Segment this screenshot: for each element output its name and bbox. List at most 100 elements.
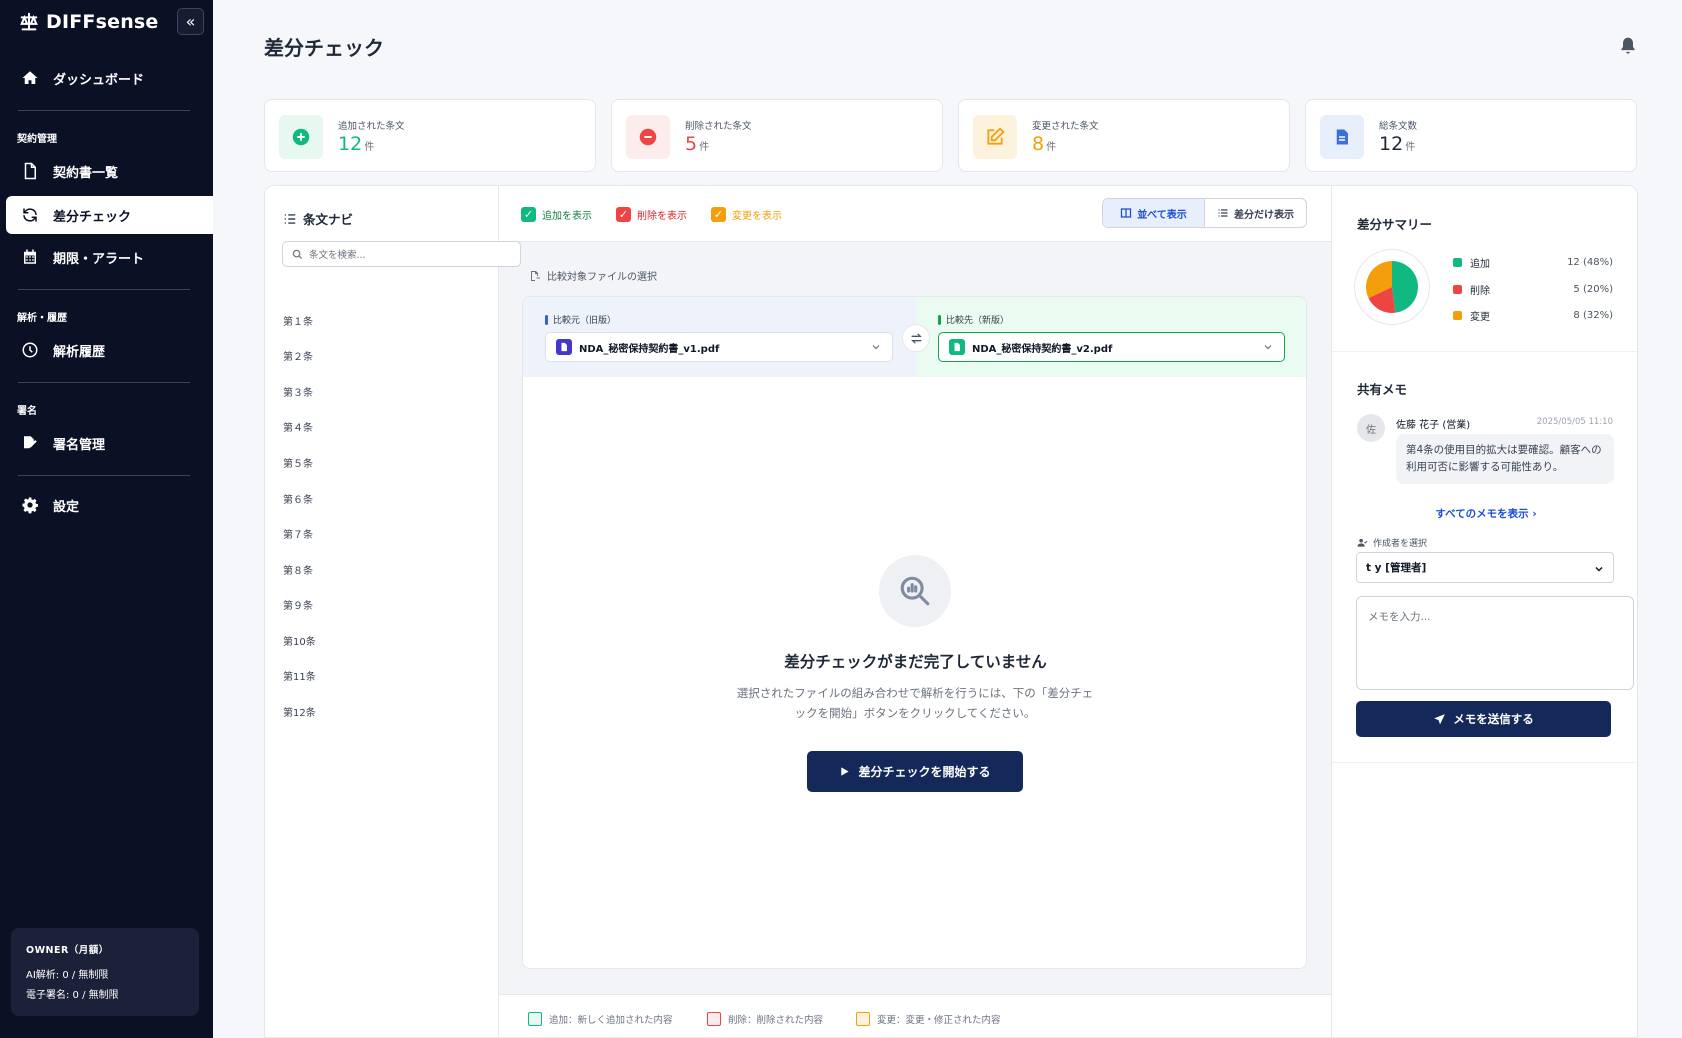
clause-item-9[interactable]: 第９条 [283,597,313,612]
stat-label: 追加された条文 [338,121,405,132]
clock-icon [22,342,38,358]
stat-number: 12 [338,133,363,155]
sidebar-item-label: 期限・アラート [53,251,145,267]
new-file-select[interactable]: NDA_秘密保持契約書_v2.pdf [938,332,1285,362]
columns-icon [1121,208,1132,218]
diff-only-button[interactable]: 差分だけ表示 [1205,199,1306,227]
section-divider [1332,762,1637,763]
swap-icon [910,333,922,343]
show-added-checkbox[interactable]: ✓ 追加を表示 [521,207,592,222]
label-bar [545,314,548,325]
side-by-side-button[interactable]: 並べて表示 [1103,199,1205,227]
plus-circle-icon [292,128,310,146]
empty-state-icon-wrap [879,555,951,627]
clause-item-1[interactable]: 第１条 [283,313,313,328]
gear-icon [22,497,38,514]
sidebar-item-label: 差分チェック [53,209,132,225]
minus-circle-icon [639,128,657,146]
check-icon: ✓ [616,207,631,222]
author-select-value: t y [管理者] [1366,562,1427,574]
view-all-memos-link[interactable]: すべてのメモを表示 › [1332,506,1637,521]
new-file-label: 比較先（新版） [938,313,1009,326]
stat-icon-wrap [973,115,1017,159]
empty-state-description: 選択されたファイルの組み合わせで解析を行うには、下の「差分チェックを開始」ボタン… [736,686,1094,720]
show-changed-checkbox[interactable]: ✓ 変更を表示 [711,207,782,222]
label-bar [938,314,941,325]
clause-item-10[interactable]: 第10条 [283,633,316,648]
clause-search-placeholder: 条文を検索... [309,250,366,261]
list-icon [1218,209,1228,217]
chevron-down-icon [1595,566,1603,572]
stat-icon-wrap [626,115,670,159]
diff-legend: 追加：新しく追加された内容 削除：削除された内容 変更：変更・修正された内容 [499,994,1331,1037]
stat-value: 8件 [1032,133,1056,155]
bell-icon[interactable] [1618,36,1638,56]
file-selection-label: 比較対象ファイルの選択 [529,268,657,283]
sidebar-item-label: 設定 [53,499,80,515]
legend-changed-text: 変更：変更・修正された内容 [877,1015,1001,1026]
send-icon [1434,713,1446,724]
memo-timestamp: 2025/05/05 11:10 [1536,417,1613,427]
start-diff-button[interactable]: 差分チェックを開始する [807,751,1023,792]
summary-row-label: 変更 [1470,312,1490,323]
clause-item-3[interactable]: 第３条 [283,384,313,399]
show-deleted-checkbox[interactable]: ✓ 削除を表示 [616,207,687,222]
clause-nav-title: 条文ナビ [283,209,353,228]
scale-icon [20,12,38,31]
sidebar-section-analysis: 解析・履歴 [17,313,67,324]
legend-added: 追加：新しく追加された内容 [528,1012,673,1026]
memo-author: 佐藤 花子 (営業) [1396,420,1471,431]
sidebar-item-deadlines[interactable]: 期限・アラート [6,238,213,276]
pie-slice-1 [1392,261,1418,313]
list-icon [284,213,296,224]
clause-item-6[interactable]: 第６条 [283,491,313,506]
sidebar-section-contracts: 契約管理 [17,134,57,145]
clause-search-input[interactable]: 条文を検索... [282,241,521,267]
clause-item-2[interactable]: 第２条 [283,348,313,363]
diff-content: ✓ 追加を表示 ✓ 削除を表示 ✓ 変更を表示 並べて表示 差分だけ表示 比較対… [499,186,1331,1037]
legend-added-text: 追加：新しく追加された内容 [549,1015,673,1026]
swap-files-button[interactable] [902,324,930,352]
right-panel: 差分サマリー 追加 12 (48%) 削除 5 (20%) 変更 8 (32%)… [1331,186,1637,1037]
clause-item-8[interactable]: 第８条 [283,562,313,577]
sidebar-item-settings[interactable]: 設定 [6,486,213,524]
diff-toolbar: ✓ 追加を表示 ✓ 削除を表示 ✓ 変更を表示 並べて表示 差分だけ表示 [499,186,1331,242]
stat-value: 12 件 [1379,133,1415,155]
sidebar: DIFFsense « ダッシュボード 契約管理 契約書一覧 差分チェック 期限… [0,0,213,1038]
sidebar-item-history[interactable]: 解析履歴 [6,331,213,369]
summary-row-value: 8 (32%) [1573,310,1613,321]
signature-icon [24,436,37,449]
search-chart-icon [900,576,930,606]
clause-nav-title-text: 条文ナビ [303,212,354,227]
new-file-name: NDA_秘密保持契約書_v2.pdf [972,343,1113,355]
stat-label: 総条文数 [1379,121,1418,132]
file-icon [24,162,36,180]
clause-item-4[interactable]: 第４条 [283,419,313,434]
sidebar-section-signature: 署名 [17,406,37,417]
author-select[interactable]: t y [管理者] [1356,552,1614,583]
clause-item-12[interactable]: 第12条 [283,704,316,719]
brand-logo[interactable]: DIFFsense [18,10,159,34]
page-title: 差分チェック [264,36,384,60]
sidebar-item-diff-check[interactable]: 差分チェック [6,196,213,234]
sidebar-item-signatures[interactable]: 署名管理 [6,424,213,462]
start-diff-label: 差分チェックを開始する [858,765,991,779]
new-file-label-text: 比較先（新版） [946,316,1010,326]
document-icon [949,339,965,355]
sidebar-item-dashboard[interactable]: ダッシュボード [6,59,213,97]
file-selection-text: 比較対象ファイルの選択 [547,272,657,283]
clause-item-7[interactable]: 第７条 [283,526,313,541]
old-file-name: NDA_秘密保持契約書_v1.pdf [579,343,720,355]
send-memo-button[interactable]: メモを送信する [1356,701,1611,737]
old-file-select[interactable]: NDA_秘密保持契約書_v1.pdf [545,332,893,362]
stat-icon-wrap [1320,115,1364,159]
clause-item-11[interactable]: 第11条 [283,668,316,683]
chevron-down-icon [872,345,880,350]
memo-input[interactable]: メモを入力... [1356,596,1634,690]
sidebar-item-label: 契約書一覧 [53,165,119,181]
sidebar-item-contracts[interactable]: 契約書一覧 [6,152,213,190]
plan-title: OWNER（月額） [26,945,109,956]
stat-card-added: 追加された条文 12 件 [264,99,596,172]
collapse-sidebar-button[interactable]: « [177,8,204,35]
clause-item-5[interactable]: 第５条 [283,455,313,470]
